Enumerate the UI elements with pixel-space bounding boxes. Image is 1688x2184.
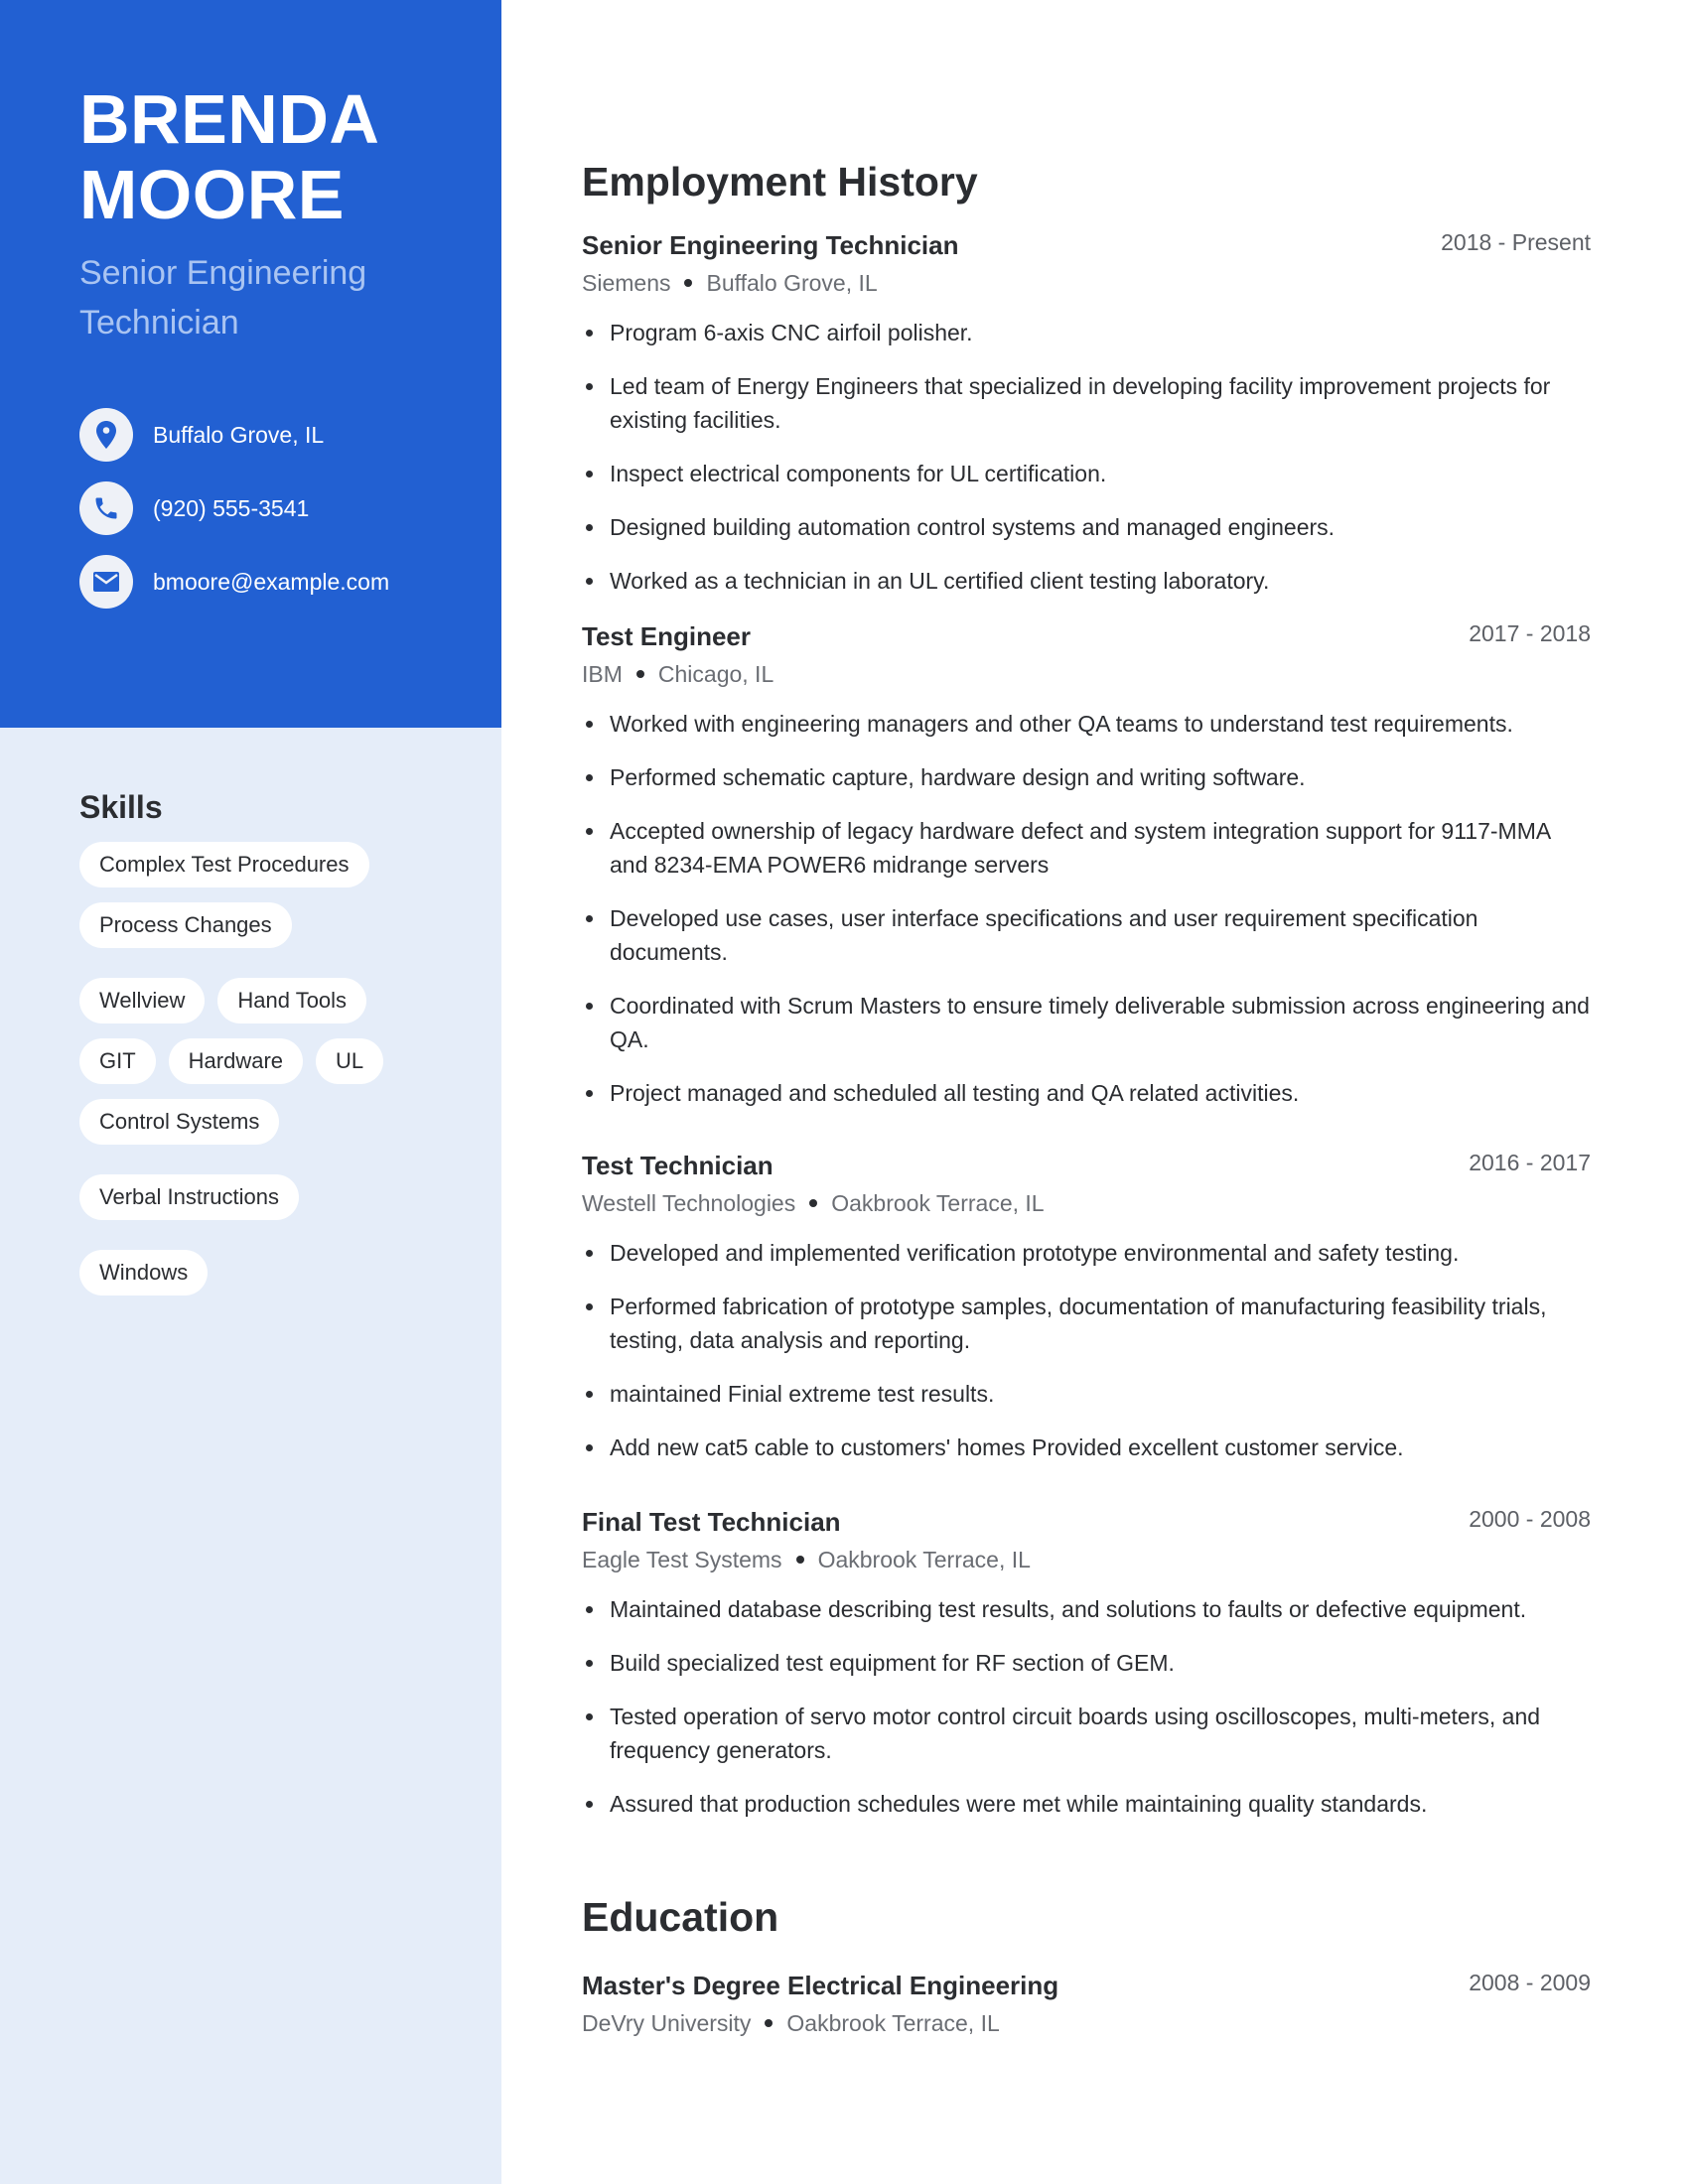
job-dates: 2017 - 2018 <box>1469 620 1591 646</box>
job-entry: Test Engineer 2017 - 2018 IBM Chicago, IL… <box>582 617 1591 1130</box>
skill-chip: UL <box>316 1038 384 1084</box>
skill-chip: Wellview <box>79 978 206 1024</box>
contact-email-link[interactable]: bmoore@example.com <box>153 569 389 596</box>
education-dates: 2008 - 2009 <box>1469 1970 1591 1995</box>
separator-dot <box>795 1555 804 1564</box>
separator-dot <box>635 669 644 678</box>
school-location: Oakbrook Terrace, IL <box>786 2010 1000 2036</box>
job-bullet: Coordinated with Scrum Masters to ensure… <box>582 989 1591 1056</box>
skill-chip: Hardware <box>168 1038 304 1084</box>
job-location: Chicago, IL <box>657 661 774 687</box>
job-bullet: Worked as a technician in an UL certifie… <box>582 564 1591 598</box>
skills-heading: Skills <box>79 789 163 825</box>
job-bullets: Maintained database describing test resu… <box>582 1592 1591 1821</box>
candidate-name: BRENDA MOORE <box>79 81 379 232</box>
job-bullet: Inspect electrical components for UL cer… <box>582 457 1591 490</box>
skill-chip: Complex Test Procedures <box>79 842 369 887</box>
phone-icon <box>79 481 133 535</box>
separator-dot <box>684 278 693 287</box>
job-location: Buffalo Grove, IL <box>706 270 878 296</box>
last-name: MOORE <box>79 156 345 233</box>
job-title: Senior Engineering Technician <box>582 230 959 260</box>
education-meta: DeVry University Oakbrook Terrace, IL <box>582 2004 1591 2042</box>
job-bullet: Program 6-axis CNC airfoil polisher. <box>582 316 1591 349</box>
contact-email: bmoore@example.com <box>79 555 389 609</box>
job-bullet: Performed fabrication of prototype sampl… <box>582 1290 1591 1357</box>
skill-chip: Process Changes <box>79 902 292 948</box>
job-bullet: Maintained database describing test resu… <box>582 1592 1591 1626</box>
job-location: Oakbrook Terrace, IL <box>817 1547 1031 1572</box>
contact-location: Buffalo Grove, IL <box>79 408 324 462</box>
job-bullets: Developed and implemented verification p… <box>582 1236 1591 1464</box>
job-bullet: maintained Finial extreme test results. <box>582 1377 1591 1411</box>
job-meta: Westell Technologies Oakbrook Terrace, IL <box>582 1184 1591 1222</box>
separator-dot <box>765 2018 774 2027</box>
job-entry: Test Technician 2016 - 2017 Westell Tech… <box>582 1147 1591 1484</box>
employment-heading: Employment History <box>582 159 978 205</box>
skill-chip: GIT <box>79 1038 156 1084</box>
job-company: Westell Technologies <box>582 1190 796 1216</box>
education-heading: Education <box>582 1894 779 1940</box>
job-bullet: Designed building automation control sys… <box>582 510 1591 544</box>
job-company: Eagle Test Systems <box>582 1547 782 1572</box>
job-bullet: Led team of Energy Engineers that specia… <box>582 369 1591 437</box>
location-pin-icon <box>79 408 133 462</box>
job-bullets: Program 6-axis CNC airfoil polisher. Led… <box>582 316 1591 598</box>
job-title: Test Engineer <box>582 621 752 651</box>
job-bullet: Developed and implemented verification p… <box>582 1236 1591 1270</box>
skills-list: Complex Test Procedures Process Changes … <box>79 842 417 1296</box>
job-location: Oakbrook Terrace, IL <box>831 1190 1045 1216</box>
contact-phone-text[interactable]: (920) 555-3541 <box>153 495 309 522</box>
first-name: BRENDA <box>79 80 380 158</box>
job-bullets: Worked with engineering managers and oth… <box>582 707 1591 1110</box>
job-bullet: Tested operation of servo motor control … <box>582 1700 1591 1767</box>
sidebar: BRENDA MOORE Senior Engineering Technici… <box>0 0 501 2184</box>
job-bullet: Build specialized test equipment for RF … <box>582 1646 1591 1680</box>
job-entry: Final Test Technician 2000 - 2008 Eagle … <box>582 1503 1591 1841</box>
skill-chip: Hand Tools <box>217 978 367 1024</box>
profile-header: BRENDA MOORE Senior Engineering Technici… <box>0 0 501 728</box>
job-company: IBM <box>582 661 623 687</box>
education-entry: Master's Degree Electrical Engineering 2… <box>582 1967 1591 2042</box>
job-bullet: Developed use cases, user interface spec… <box>582 901 1591 969</box>
job-bullet: Performed schematic capture, hardware de… <box>582 760 1591 794</box>
separator-dot <box>809 1198 818 1207</box>
job-meta: Siemens Buffalo Grove, IL <box>582 264 1591 302</box>
job-meta: IBM Chicago, IL <box>582 655 1591 693</box>
job-title: Final Test Technician <box>582 1507 841 1537</box>
job-meta: Eagle Test Systems Oakbrook Terrace, IL <box>582 1541 1591 1578</box>
job-title: Test Technician <box>582 1151 774 1180</box>
skill-chip: Windows <box>79 1250 209 1296</box>
skill-chip: Verbal Instructions <box>79 1174 299 1220</box>
job-bullet: Project managed and scheduled all testin… <box>582 1076 1591 1110</box>
mail-icon <box>79 555 133 609</box>
job-bullet: Assured that production schedules were m… <box>582 1787 1591 1821</box>
candidate-title: Senior Engineering Technician <box>79 254 367 341</box>
job-bullet: Accepted ownership of legacy hardware de… <box>582 814 1591 882</box>
job-bullet: Add new cat5 cable to customers' homes P… <box>582 1431 1591 1464</box>
job-entry: Senior Engineering Technician 2018 - Pre… <box>582 226 1591 617</box>
job-company: Siemens <box>582 270 671 296</box>
degree-title: Master's Degree Electrical Engineering <box>582 1971 1059 2000</box>
contact-phone: (920) 555-3541 <box>79 481 309 535</box>
job-dates: 2000 - 2008 <box>1469 1506 1591 1532</box>
job-bullet: Worked with engineering managers and oth… <box>582 707 1591 741</box>
skill-chip: Control Systems <box>79 1099 280 1145</box>
contact-location-text: Buffalo Grove, IL <box>153 421 325 448</box>
school-name: DeVry University <box>582 2010 752 2036</box>
job-dates: 2018 - Present <box>1441 229 1591 255</box>
job-dates: 2016 - 2017 <box>1469 1150 1591 1175</box>
